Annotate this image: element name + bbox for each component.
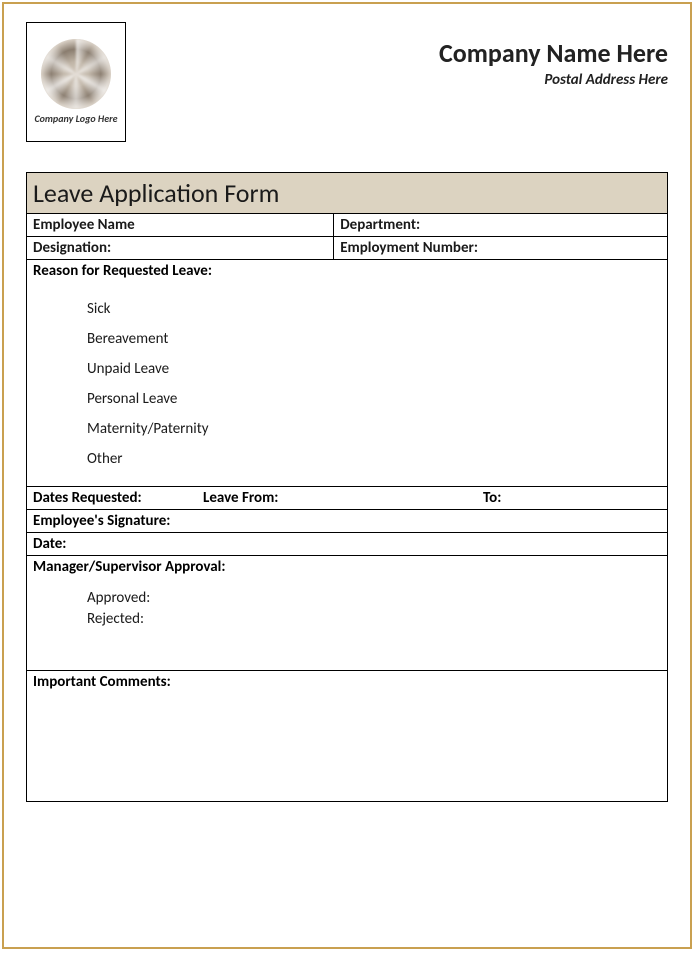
row-employee-department: Employee Name Department: <box>27 214 667 237</box>
approval-options: Approved: Rejected: <box>27 578 667 670</box>
form-container: Leave Application Form Employee Name Dep… <box>26 172 668 802</box>
dates-row: Dates Requested: Leave From: To: <box>27 487 667 510</box>
row-designation-empnumber: Designation: Employment Number: <box>27 237 667 260</box>
reason-option: Maternity/Paternity <box>87 414 661 444</box>
document-page: Company Logo Here Company Name Here Post… <box>2 2 692 949</box>
approval-section: Manager/Supervisor Approval: Approved: R… <box>27 556 667 671</box>
reason-option: Unpaid Leave <box>87 354 661 384</box>
reason-option: Bereavement <box>87 324 661 354</box>
form-title: Leave Application Form <box>27 173 667 214</box>
dates-requested-label: Dates Requested: <box>33 489 203 507</box>
company-name: Company Name Here <box>439 37 668 69</box>
signature-label: Employee's Signature: <box>27 510 667 533</box>
header: Company Logo Here Company Name Here Post… <box>26 22 668 142</box>
employee-name-label: Employee Name <box>27 214 334 236</box>
logo-container: Company Logo Here <box>26 22 126 142</box>
approval-label: Manager/Supervisor Approval: <box>27 556 667 578</box>
reason-label: Reason for Requested Leave: <box>27 260 667 282</box>
logo-icon <box>41 39 111 109</box>
reason-option: Other <box>87 444 661 474</box>
logo-placeholder-text: Company Logo Here <box>34 113 117 125</box>
date-label: Date: <box>27 533 667 556</box>
reason-section: Reason for Requested Leave: Sick Bereave… <box>27 260 667 487</box>
reason-options: Sick Bereavement Unpaid Leave Personal L… <box>27 282 667 486</box>
employment-number-label: Employment Number: <box>334 237 667 259</box>
comments-label: Important Comments: <box>27 671 667 693</box>
department-label: Department: <box>334 214 667 236</box>
designation-label: Designation: <box>27 237 334 259</box>
approval-option: Approved: <box>87 588 661 609</box>
reason-option: Sick <box>87 294 661 324</box>
approval-option: Rejected: <box>87 609 661 630</box>
to-label: To: <box>483 489 661 507</box>
leave-from-label: Leave From: <box>203 489 483 507</box>
comments-section: Important Comments: <box>27 671 667 801</box>
company-info: Company Name Here Postal Address Here <box>439 22 668 89</box>
postal-address: Postal Address Here <box>439 71 668 89</box>
reason-option: Personal Leave <box>87 384 661 414</box>
